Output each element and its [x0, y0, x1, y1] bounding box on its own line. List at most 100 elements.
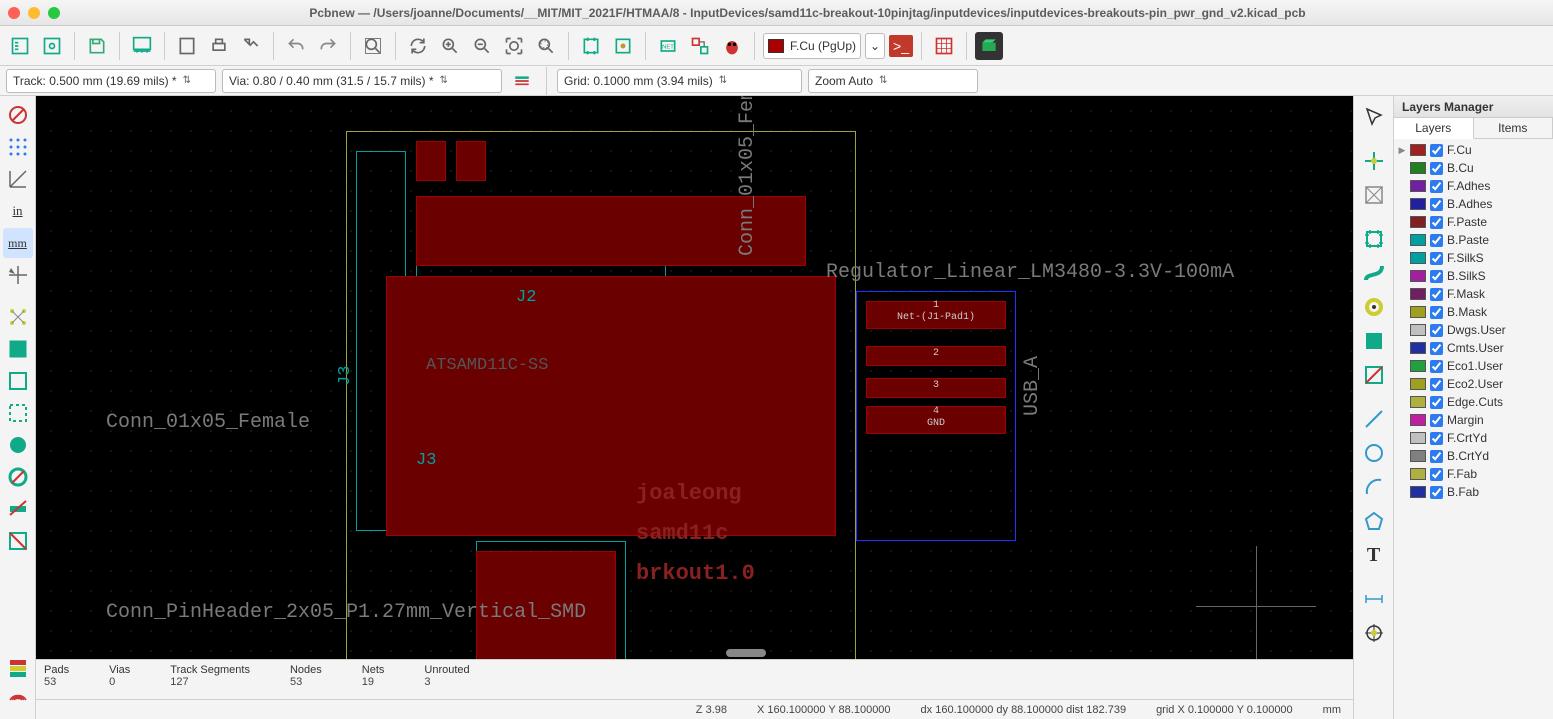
layer-color-swatch[interactable]	[1410, 216, 1426, 228]
layer-color-swatch[interactable]	[1410, 360, 1426, 372]
polar-coords-button[interactable]	[3, 164, 33, 194]
route-track-button[interactable]	[1359, 258, 1389, 288]
layer-row-f-paste[interactable]: F.Paste	[1398, 213, 1549, 231]
add-zone-button[interactable]	[1359, 326, 1389, 356]
auto-track-width-button[interactable]	[508, 67, 536, 95]
draw-line-button[interactable]	[1359, 404, 1389, 434]
tab-items[interactable]: Items	[1474, 118, 1553, 138]
layer-color-swatch[interactable]	[1410, 396, 1426, 408]
add-via-button[interactable]	[1359, 292, 1389, 322]
layer-row-b-cu[interactable]: B.Cu	[1398, 159, 1549, 177]
horizontal-scrollbar[interactable]	[36, 647, 1353, 659]
save-button[interactable]	[83, 32, 111, 60]
add-text-button[interactable]: T	[1359, 540, 1389, 570]
draw-circle-button[interactable]	[1359, 438, 1389, 468]
layer-row-b-crtyd[interactable]: B.CrtYd	[1398, 447, 1549, 465]
pcb-canvas[interactable]: 1 Net-(J1-Pad1) 2 3 4 GND Conn_01x05_Fem…	[36, 96, 1353, 659]
maximize-icon[interactable]	[48, 7, 60, 19]
draw-polygon-button[interactable]	[1359, 506, 1389, 536]
print-button[interactable]	[205, 32, 233, 60]
layer-color-swatch[interactable]	[1410, 342, 1426, 354]
zoom-dropdown[interactable]: Zoom Auto ⇅	[808, 69, 978, 93]
grid-toggle-button[interactable]	[3, 132, 33, 162]
add-keepout-button[interactable]	[1359, 360, 1389, 390]
drc-button[interactable]	[718, 32, 746, 60]
layer-color-swatch[interactable]	[1410, 144, 1426, 156]
active-layer-dropdown[interactable]: F.Cu (PgUp)	[763, 33, 861, 59]
layer-visible-checkbox[interactable]	[1430, 396, 1443, 409]
layer-color-swatch[interactable]	[1410, 234, 1426, 246]
grid-dropdown[interactable]: Grid: 0.1000 mm (3.94 mils) ⇅	[557, 69, 802, 93]
layer-visible-checkbox[interactable]	[1430, 432, 1443, 445]
track-width-dropdown[interactable]: Track: 0.500 mm (19.69 mils) * ⇅	[6, 69, 216, 93]
layer-row-b-paste[interactable]: B.Paste	[1398, 231, 1549, 249]
layer-row-f-silks[interactable]: F.SilkS	[1398, 249, 1549, 267]
zoom-in-button[interactable]	[436, 32, 464, 60]
add-dimension-button[interactable]	[1359, 584, 1389, 614]
layer-color-swatch[interactable]	[1410, 162, 1426, 174]
layer-color-swatch[interactable]	[1410, 306, 1426, 318]
tab-layers[interactable]: Layers	[1394, 118, 1474, 139]
layer-row-eco2-user[interactable]: Eco2.User	[1398, 375, 1549, 393]
layer-color-swatch[interactable]	[1410, 324, 1426, 336]
update-from-schematic-button[interactable]	[686, 32, 714, 60]
import-netlist-button[interactable]: NET	[654, 32, 682, 60]
zoom-all-button[interactable]	[500, 32, 528, 60]
layer-visible-checkbox[interactable]	[1430, 468, 1443, 481]
page-settings-button[interactable]	[173, 32, 201, 60]
layer-row-b-mask[interactable]: B.Mask	[1398, 303, 1549, 321]
layer-dropdown-arrow[interactable]: ⌄	[865, 33, 885, 59]
undo-button[interactable]	[282, 32, 310, 60]
track-display-button[interactable]	[3, 494, 33, 524]
high-contrast-button[interactable]	[3, 526, 33, 556]
hide-zones-button[interactable]	[3, 398, 33, 428]
layer-color-swatch[interactable]	[1410, 414, 1426, 426]
layer-color-swatch[interactable]	[1410, 180, 1426, 192]
no-tool-button[interactable]	[3, 100, 33, 130]
layer-visible-checkbox[interactable]	[1430, 144, 1443, 157]
layer-visible-checkbox[interactable]	[1430, 324, 1443, 337]
minimize-icon[interactable]	[28, 7, 40, 19]
layer-row-dwgs-user[interactable]: Dwgs.User	[1398, 321, 1549, 339]
board-settings-button[interactable]	[38, 32, 66, 60]
via-display-button[interactable]	[3, 462, 33, 492]
refresh-button[interactable]	[404, 32, 432, 60]
layer-row-edge-cuts[interactable]: Edge.Cuts	[1398, 393, 1549, 411]
layer-visible-checkbox[interactable]	[1430, 270, 1443, 283]
layer-visible-checkbox[interactable]	[1430, 216, 1443, 229]
layer-color-swatch[interactable]	[1410, 288, 1426, 300]
select-tool-button[interactable]	[1359, 102, 1389, 132]
pad-display-button[interactable]	[3, 430, 33, 460]
layer-color-swatch[interactable]	[1410, 252, 1426, 264]
3d-viewer-button[interactable]	[975, 32, 1003, 60]
layer-color-swatch[interactable]	[1410, 198, 1426, 210]
show-ratsnest-button[interactable]	[3, 302, 33, 332]
layer-row-b-adhes[interactable]: B.Adhes	[1398, 195, 1549, 213]
footprint-editor-button[interactable]	[609, 32, 637, 60]
layer-manager-toggle-button[interactable]	[3, 653, 33, 683]
footprint-wizard-button[interactable]	[577, 32, 605, 60]
layer-color-swatch[interactable]	[1410, 450, 1426, 462]
layer-visible-checkbox[interactable]	[1430, 234, 1443, 247]
redo-button[interactable]	[314, 32, 342, 60]
layer-visible-checkbox[interactable]	[1430, 162, 1443, 175]
scripting-console-button[interactable]: >_	[889, 35, 913, 57]
layer-row-f-cu[interactable]: ▶F.Cu	[1398, 141, 1549, 159]
layer-row-margin[interactable]: Margin	[1398, 411, 1549, 429]
board-setup-button[interactable]	[128, 32, 156, 60]
zoom-fit-button[interactable]	[359, 32, 387, 60]
layer-visible-checkbox[interactable]	[1430, 180, 1443, 193]
layer-row-cmts-user[interactable]: Cmts.User	[1398, 339, 1549, 357]
cursor-shape-button[interactable]	[3, 260, 33, 290]
layer-visible-checkbox[interactable]	[1430, 450, 1443, 463]
layer-color-swatch[interactable]	[1410, 378, 1426, 390]
microwave-toolbar-button[interactable]	[3, 685, 33, 715]
local-ratsnest-button[interactable]	[1359, 180, 1389, 210]
draw-arc-button[interactable]	[1359, 472, 1389, 502]
layer-visible-checkbox[interactable]	[1430, 342, 1443, 355]
zoom-selection-button[interactable]	[532, 32, 560, 60]
layer-visible-checkbox[interactable]	[1430, 252, 1443, 265]
place-origin-button[interactable]	[1359, 618, 1389, 648]
layer-color-swatch[interactable]	[1410, 432, 1426, 444]
layer-color-swatch[interactable]	[1410, 486, 1426, 498]
